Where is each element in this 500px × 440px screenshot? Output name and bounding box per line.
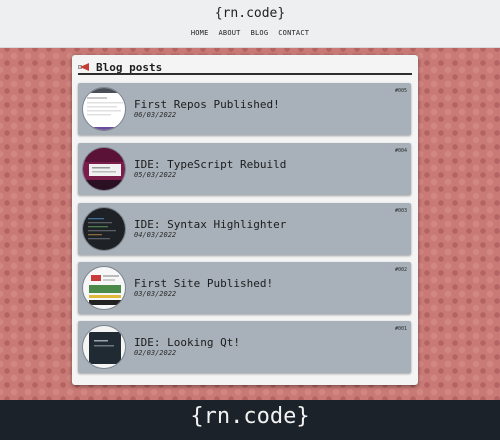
post-number: #004	[394, 148, 407, 154]
post-date: 05/03/2022	[134, 171, 177, 179]
post-title[interactable]: First Repos Published!	[134, 98, 280, 111]
site-logo[interactable]: {rn.code}	[0, 6, 500, 21]
blog-post-card[interactable]: IDE: Syntax Highlighter 04/03/2022 #003	[78, 203, 411, 255]
main-nav: HOME ABOUT BLOG CONTACT	[0, 29, 500, 37]
post-number: #002	[394, 267, 407, 273]
site-header: {rn.code} HOME ABOUT BLOG CONTACT	[0, 0, 500, 48]
nav-home-link[interactable]: HOME	[191, 29, 209, 37]
post-date: 03/03/2022	[134, 290, 177, 298]
post-title[interactable]: IDE: TypeScript Rebuild	[134, 158, 286, 171]
post-date: 04/03/2022	[134, 231, 177, 239]
post-title[interactable]: IDE: Syntax Highlighter	[134, 218, 286, 231]
blog-post-card[interactable]: First Repos Published! 06/03/2022 #005	[78, 83, 411, 135]
nav-about-link[interactable]: ABOUT	[219, 29, 241, 37]
megaphone-icon	[78, 62, 91, 73]
post-number: #005	[394, 88, 407, 94]
blog-panel-title: Blog posts	[96, 60, 163, 74]
blog-post-card[interactable]: IDE: TypeScript Rebuild 05/03/2022 #004	[78, 143, 411, 195]
post-date: 06/03/2022	[134, 111, 177, 119]
site-footer: {rn.code}	[0, 400, 500, 440]
post-thumbnail	[82, 207, 126, 251]
post-title[interactable]: IDE: Looking Qt!	[134, 336, 240, 349]
post-date: 02/03/2022	[134, 349, 177, 357]
footer-logo[interactable]: {rn.code}	[0, 404, 500, 429]
post-title[interactable]: First Site Published!	[134, 277, 273, 290]
post-thumbnail	[82, 147, 126, 191]
blog-panel-header: Blog posts	[78, 61, 412, 75]
post-thumbnail	[82, 266, 126, 310]
nav-blog-link[interactable]: BLOG	[251, 29, 269, 37]
post-number: #001	[394, 326, 407, 332]
blog-panel: Blog posts First Repos Published! 06/03/…	[72, 55, 418, 385]
blog-post-card[interactable]: IDE: Looking Qt! 02/03/2022 #001	[78, 321, 411, 373]
blog-post-card[interactable]: First Site Published! 03/03/2022 #002	[78, 262, 411, 314]
post-thumbnail	[82, 325, 126, 369]
post-thumbnail	[82, 87, 126, 131]
nav-contact-link[interactable]: CONTACT	[278, 29, 309, 37]
post-number: #003	[394, 208, 407, 214]
